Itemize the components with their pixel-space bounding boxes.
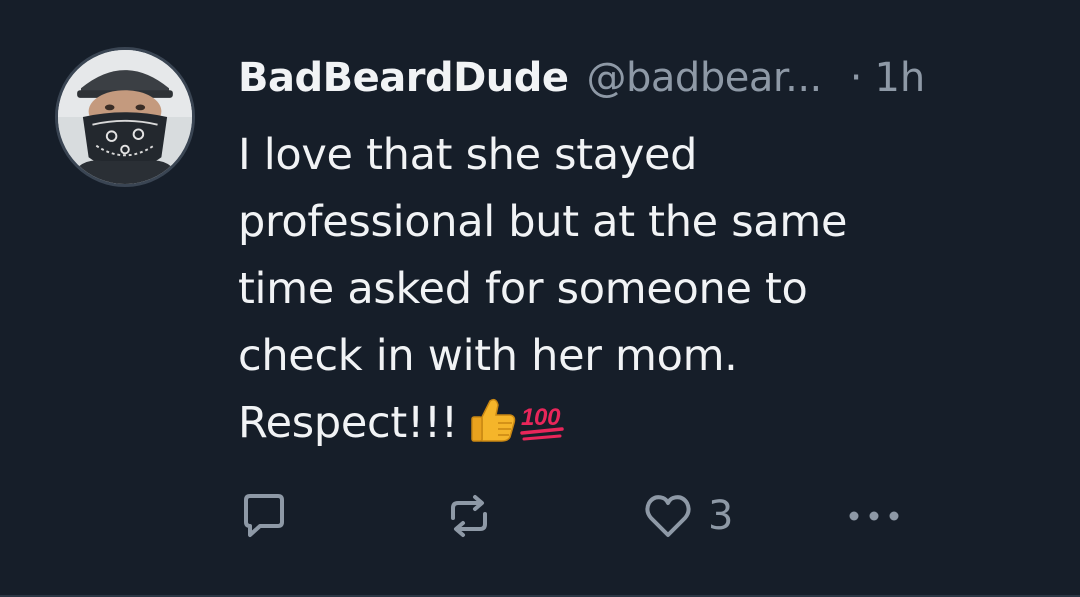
author-handle[interactable]: @badbear... (587, 52, 823, 104)
post-timestamp[interactable]: 1h (874, 52, 925, 104)
post-text-line: Respect!!! (238, 398, 458, 448)
post-text-line: time asked for someone to (238, 264, 808, 314)
more-options-button[interactable] (844, 490, 904, 542)
hundred-points-emoji-icon: 100 (518, 395, 568, 465)
heart-icon (645, 495, 691, 537)
post-text-line: check in with her mom. (238, 331, 738, 381)
post-actions: 3 (238, 490, 938, 542)
like-count: 3 (708, 493, 734, 539)
separator-dot: · (849, 55, 863, 101)
post-text-line: professional but at the same (238, 197, 848, 247)
reply-button[interactable] (238, 490, 290, 542)
avatar[interactable] (55, 47, 195, 187)
post-body: I love that she stayed professional but … (238, 122, 958, 465)
post-header: BadBeardDude @badbear... · 1h (238, 52, 925, 104)
speech-bubble-icon (244, 494, 284, 537)
avatar-image (58, 50, 192, 184)
post-text-line: I love that she stayed (238, 130, 698, 180)
like-button[interactable]: 3 (642, 490, 733, 542)
repost-button[interactable] (443, 490, 495, 542)
post-card[interactable]: BadBeardDude @badbear... · 1h I love tha… (0, 0, 1080, 597)
thumbs-up-emoji-icon (468, 395, 518, 465)
author-name[interactable]: BadBeardDude (238, 52, 569, 104)
svg-text:100: 100 (521, 404, 561, 431)
post-text-last-line: Respect!!! 100 (238, 390, 958, 465)
ellipsis-icon (849, 511, 899, 521)
repost-arrows-icon (451, 495, 487, 537)
